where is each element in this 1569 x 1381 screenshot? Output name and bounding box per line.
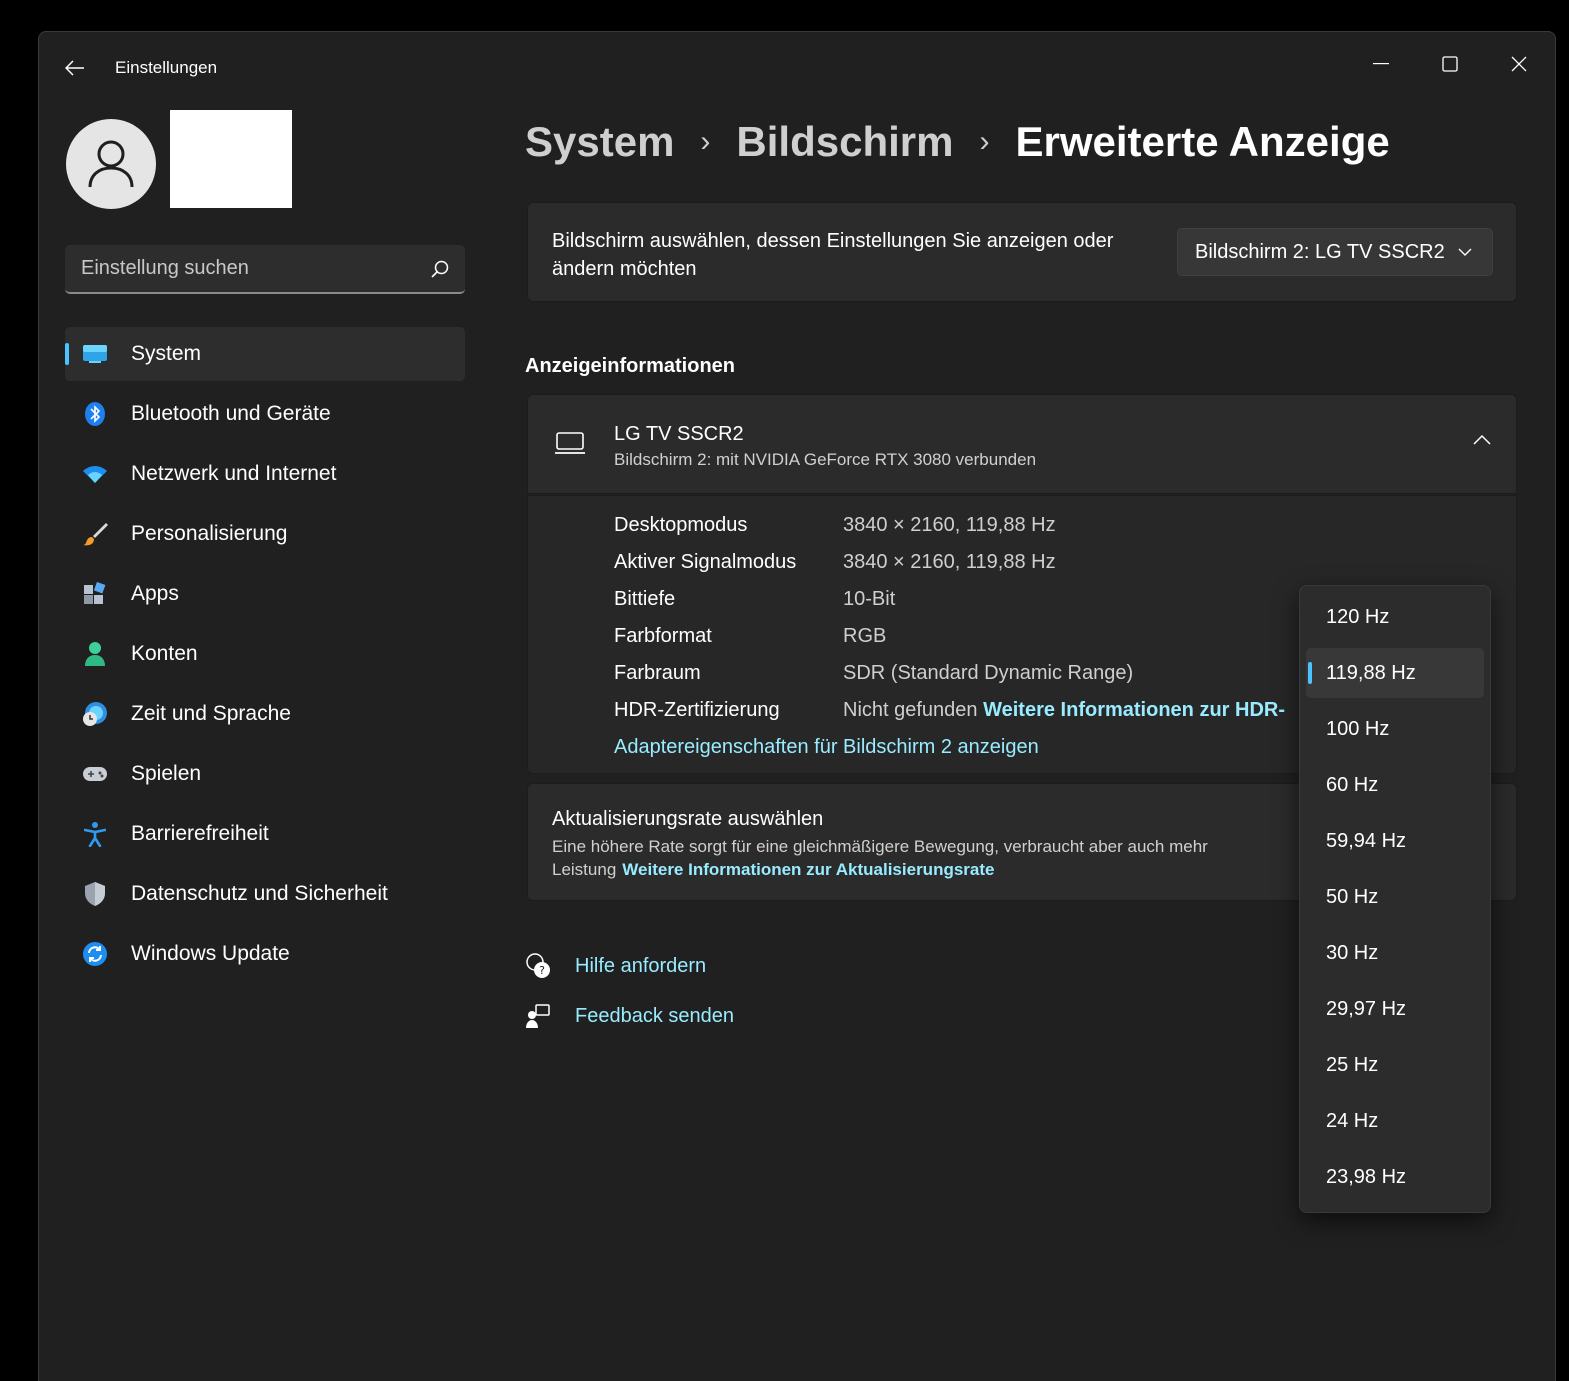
brush-icon [81,520,109,548]
sidebar-item-accounts[interactable]: Konten [65,627,465,681]
refresh-rate-option[interactable]: 100 Hz [1306,704,1484,754]
wifi-icon [81,460,109,488]
sidebar-item-personalization[interactable]: Personalisierung [65,507,465,561]
sidebar-nav: System Bluetooth und Geräte Netzwerk und… [65,327,465,987]
refresh-rate-title: Aktualisierungsrate auswählen [552,808,824,830]
send-feedback-link[interactable]: Feedback senden [525,1003,734,1029]
display-select-card: Bildschirm auswählen, dessen Einstellung… [527,202,1517,302]
accessibility-icon [81,820,109,848]
display-select-label: Bildschirm auswählen, dessen Einstellung… [552,230,1114,280]
settings-window: Einstellungen System Bluetooth und [38,31,1556,1381]
laptop-icon [555,432,585,454]
display-subtitle: Bildschirm 2: mit NVIDIA GeForce RTX 308… [614,450,1037,469]
info-row: Farbraum SDR (Standard Dynamic Range) [614,662,1134,684]
shield-icon [81,880,109,908]
chevron-up-icon [1473,434,1491,445]
sidebar-item-windows-update[interactable]: Windows Update [65,927,465,981]
globe-clock-icon [81,700,109,728]
sidebar-item-bluetooth[interactable]: Bluetooth und Geräte [65,387,465,441]
help-chat-icon: ? [526,953,550,978]
maximize-icon [1442,56,1458,72]
page-title: Erweiterte Anzeige [1015,118,1390,165]
sidebar-item-gaming[interactable]: Spielen [65,747,465,801]
refresh-rate-option[interactable]: 60 Hz [1306,760,1484,810]
info-row: Farbformat RGB [614,625,887,647]
search-box[interactable] [65,245,465,294]
refresh-rate-info-link[interactable]: Weitere Informationen zur Aktualisierung… [622,860,994,879]
breadcrumb-separator: › [700,125,711,158]
display-info-header[interactable]: LG TV SSCR2 Bildschirm 2: mit NVIDIA GeF… [527,394,1517,494]
display-name: LG TV SSCR2 [614,423,744,445]
info-row: Bittiefe 10-Bit [614,588,896,610]
breadcrumb-system[interactable]: System [525,118,674,166]
sidebar-item-time-language[interactable]: Zeit und Sprache [65,687,465,741]
refresh-rate-option[interactable]: 50 Hz [1306,872,1484,922]
search-icon [431,260,449,278]
refresh-rate-option[interactable]: 24 Hz [1306,1096,1484,1146]
chevron-down-icon [1458,248,1472,256]
refresh-rate-option-selected[interactable]: 119,88 Hz [1306,648,1484,698]
close-button[interactable] [1496,42,1542,86]
refresh-rate-option[interactable]: 30 Hz [1306,928,1484,978]
gamepad-icon [81,760,109,788]
breadcrumb: System › Bildschirm › Erweiterte Anzeige [525,118,1390,166]
person-outline-icon [88,140,134,188]
back-button[interactable] [61,54,89,82]
display-select-value: Bildschirm 2: LG TV SSCR2 [1195,240,1445,263]
minimize-icon [1373,63,1389,65]
sidebar-item-system[interactable]: System [65,327,465,381]
breadcrumb-display[interactable]: Bildschirm [736,118,953,166]
sidebar-item-apps[interactable]: Apps [65,567,465,621]
adapter-properties-link[interactable]: Adaptereigenschaften für Bildschirm 2 an… [614,736,1039,759]
maximize-button[interactable] [1427,42,1473,86]
refresh-rate-option[interactable]: 23,98 Hz [1306,1152,1484,1202]
search-input[interactable] [81,257,431,280]
minimize-button[interactable] [1358,42,1404,86]
info-row: Aktiver Signalmodus 3840 × 2160, 119,88 … [614,551,1056,573]
section-title-display-info: Anzeigeinformationen [525,355,736,377]
svg-text:?: ? [539,964,545,977]
sidebar-item-accessibility[interactable]: Barrierefreiheit [65,807,465,861]
avatar[interactable] [66,119,156,209]
refresh-rate-option[interactable]: 29,97 Hz [1306,984,1484,1034]
person-icon [81,640,109,668]
display-icon [81,340,109,368]
sidebar-item-privacy[interactable]: Datenschutz und Sicherheit [65,867,465,921]
bluetooth-icon [81,400,109,428]
feedback-icon [526,1004,550,1028]
refresh-rate-option[interactable]: 25 Hz [1306,1040,1484,1090]
sidebar-item-network[interactable]: Netzwerk und Internet [65,447,465,501]
hdr-info-link[interactable]: Weitere Informationen zur HDR- [983,699,1285,721]
refresh-rate-dropdown-list: 120 Hz 119,88 Hz 100 Hz 60 Hz 59,94 Hz 5… [1299,585,1491,1213]
user-name-redacted [170,110,292,208]
refresh-rate-option[interactable]: 59,94 Hz [1306,816,1484,866]
info-row: Desktopmodus 3840 × 2160, 119,88 Hz [614,514,1056,536]
display-select-dropdown[interactable]: Bildschirm 2: LG TV SSCR2 [1177,228,1493,276]
close-icon [1511,56,1527,72]
get-help-link[interactable]: ? Hilfe anfordern [525,953,706,979]
breadcrumb-separator: › [979,125,990,158]
apps-icon [81,580,109,608]
arrow-left-icon [65,60,84,76]
refresh-rate-option[interactable]: 120 Hz [1306,592,1484,642]
app-title: Einstellungen [115,58,218,77]
info-row: HDR-Zertifizierung Nicht gefunden Weiter… [614,699,1285,721]
update-icon [81,940,109,968]
